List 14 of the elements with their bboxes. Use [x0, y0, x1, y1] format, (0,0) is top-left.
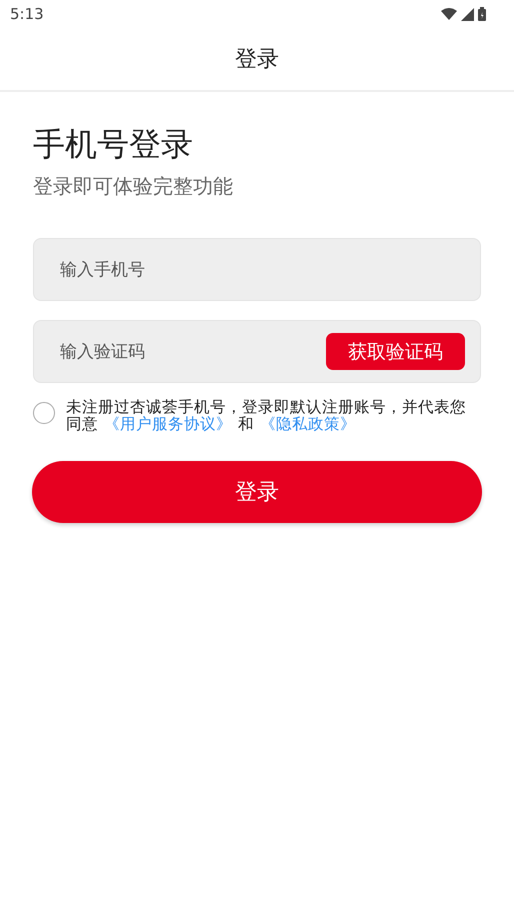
battery-icon	[478, 7, 486, 21]
agreement-checkbox[interactable]	[33, 402, 55, 424]
service-agreement-link[interactable]: 《用户服务协议》	[104, 415, 232, 433]
status-time: 5:13	[10, 5, 44, 23]
phone-input-field[interactable]: 输入手机号	[33, 238, 481, 301]
heading: 手机号登录	[33, 124, 194, 165]
signal-icon	[461, 8, 474, 20]
page-title: 登录	[235, 46, 279, 74]
wifi-icon	[441, 8, 457, 20]
get-code-button[interactable]: 获取验证码	[326, 333, 465, 370]
login-button[interactable]: 登录	[32, 461, 482, 523]
privacy-policy-link[interactable]: 《隐私政策》	[260, 415, 356, 433]
subtitle: 登录即可体验完整功能	[33, 173, 234, 200]
agreement-text: 未注册过杏诚荟手机号，登录即默认注册账号，并代表您同意 《用户服务协议》 和 《隐私政策》	[66, 399, 467, 433]
